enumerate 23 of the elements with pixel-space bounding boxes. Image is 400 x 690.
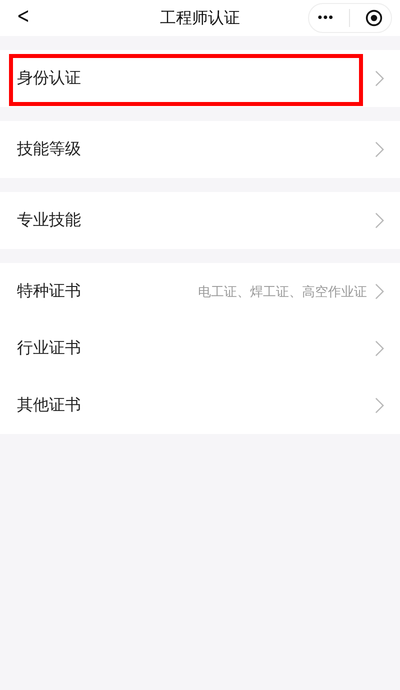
chevron-icon	[375, 340, 384, 357]
chevron-icon	[375, 283, 384, 300]
page-title: 工程师认证	[160, 8, 240, 28]
close-icon[interactable]	[365, 9, 384, 27]
chevron-icon	[375, 212, 384, 229]
chevron-icon	[375, 141, 384, 158]
list-item[interactable]: 行业证书	[0, 320, 400, 377]
chevron-icon	[375, 70, 384, 87]
item-label: 特种证书	[17, 281, 82, 302]
list-item[interactable]: 其他证书	[0, 377, 400, 434]
list-item[interactable]: 技能等级	[0, 121, 400, 178]
list-item[interactable]: 特种证书 电工证、焊工证、高空作业证	[0, 263, 400, 320]
item-value: 电工证、焊工证、高空作业证	[198, 284, 367, 300]
item-label: 其他证书	[17, 395, 82, 416]
list-item[interactable]: 身份认证	[0, 50, 400, 107]
more-button[interactable]: •••	[316, 12, 333, 24]
item-label: 身份认证	[17, 68, 82, 89]
chevron-icon	[375, 397, 384, 414]
back-button[interactable]: <	[16, 4, 30, 29]
item-label: 行业证书	[17, 338, 82, 359]
item-label: 专业技能	[17, 210, 82, 231]
item-label: 技能等级	[17, 139, 82, 160]
list-item[interactable]: 专业技能	[0, 192, 400, 249]
